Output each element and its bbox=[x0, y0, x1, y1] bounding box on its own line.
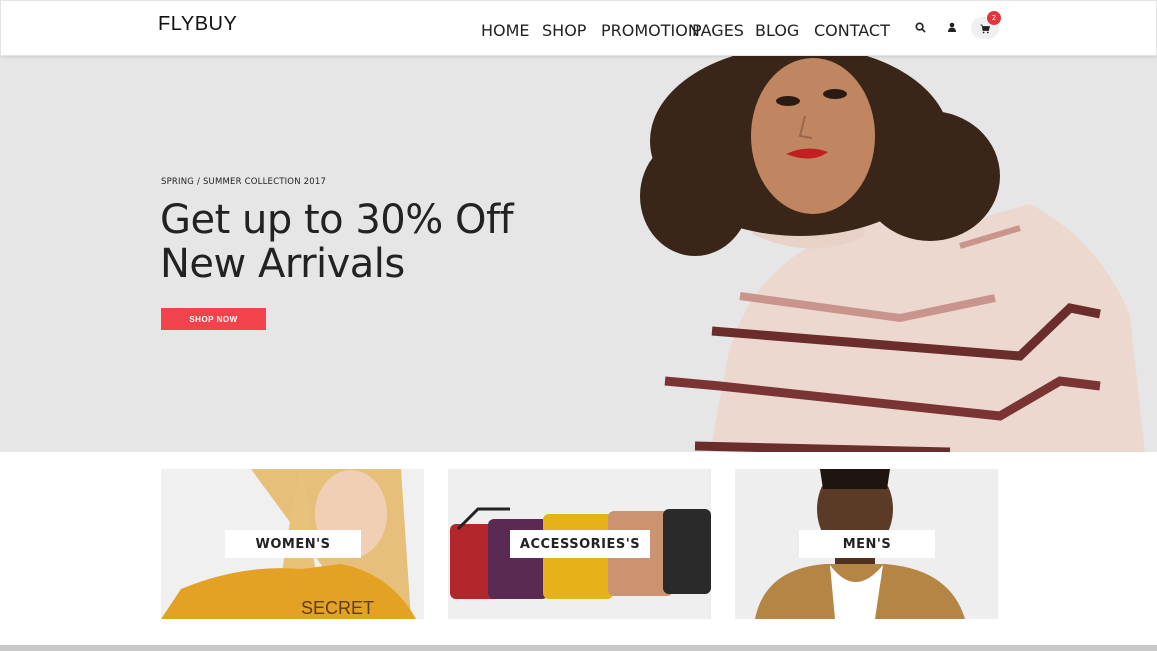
category-men[interactable]: MEN'S bbox=[735, 469, 998, 619]
site-logo[interactable]: FLYBUY bbox=[158, 13, 237, 36]
svg-text:SECRET: SECRET bbox=[301, 598, 374, 618]
user-icon[interactable] bbox=[941, 15, 963, 39]
search-icon[interactable] bbox=[909, 15, 931, 39]
category-men-label[interactable]: MEN'S bbox=[799, 530, 935, 558]
nav-blog[interactable]: BLOG bbox=[755, 21, 799, 40]
hero-title: Get up to 30% Off New Arrivals bbox=[160, 197, 514, 287]
category-accessories[interactable]: ACCESSORIES'S bbox=[448, 469, 711, 619]
nav-contact[interactable]: CONTACT bbox=[814, 21, 890, 40]
hero-subtitle: SPRING / SUMMER COLLECTION 2017 bbox=[161, 177, 327, 187]
page-bottom-edge bbox=[0, 645, 1157, 651]
category-women[interactable]: SECRET WOMEN'S bbox=[161, 469, 424, 619]
hero-model-image bbox=[640, 56, 1145, 452]
nav-shop[interactable]: SHOP bbox=[542, 21, 586, 40]
nav-promotion[interactable]: PROMOTION bbox=[601, 21, 700, 40]
cart-count-badge: 2 bbox=[987, 11, 1001, 25]
hero-title-line-2: New Arrivals bbox=[160, 241, 405, 287]
shop-now-button[interactable]: SHOP NOW bbox=[161, 308, 266, 330]
hero-title-line-1: Get up to 30% Off bbox=[160, 197, 514, 243]
nav-home[interactable]: HOME bbox=[481, 21, 530, 40]
hero-banner: SPRING / SUMMER COLLECTION 2017 Get up t… bbox=[0, 56, 1157, 452]
category-accessories-label[interactable]: ACCESSORIES'S bbox=[510, 530, 650, 558]
site-header: FLYBUY HOME SHOP PROMOTION PAGES BLOG CO… bbox=[0, 0, 1157, 56]
category-women-label[interactable]: WOMEN'S bbox=[225, 530, 361, 558]
header-actions: 2 bbox=[909, 11, 1009, 45]
nav-pages[interactable]: PAGES bbox=[692, 21, 744, 40]
